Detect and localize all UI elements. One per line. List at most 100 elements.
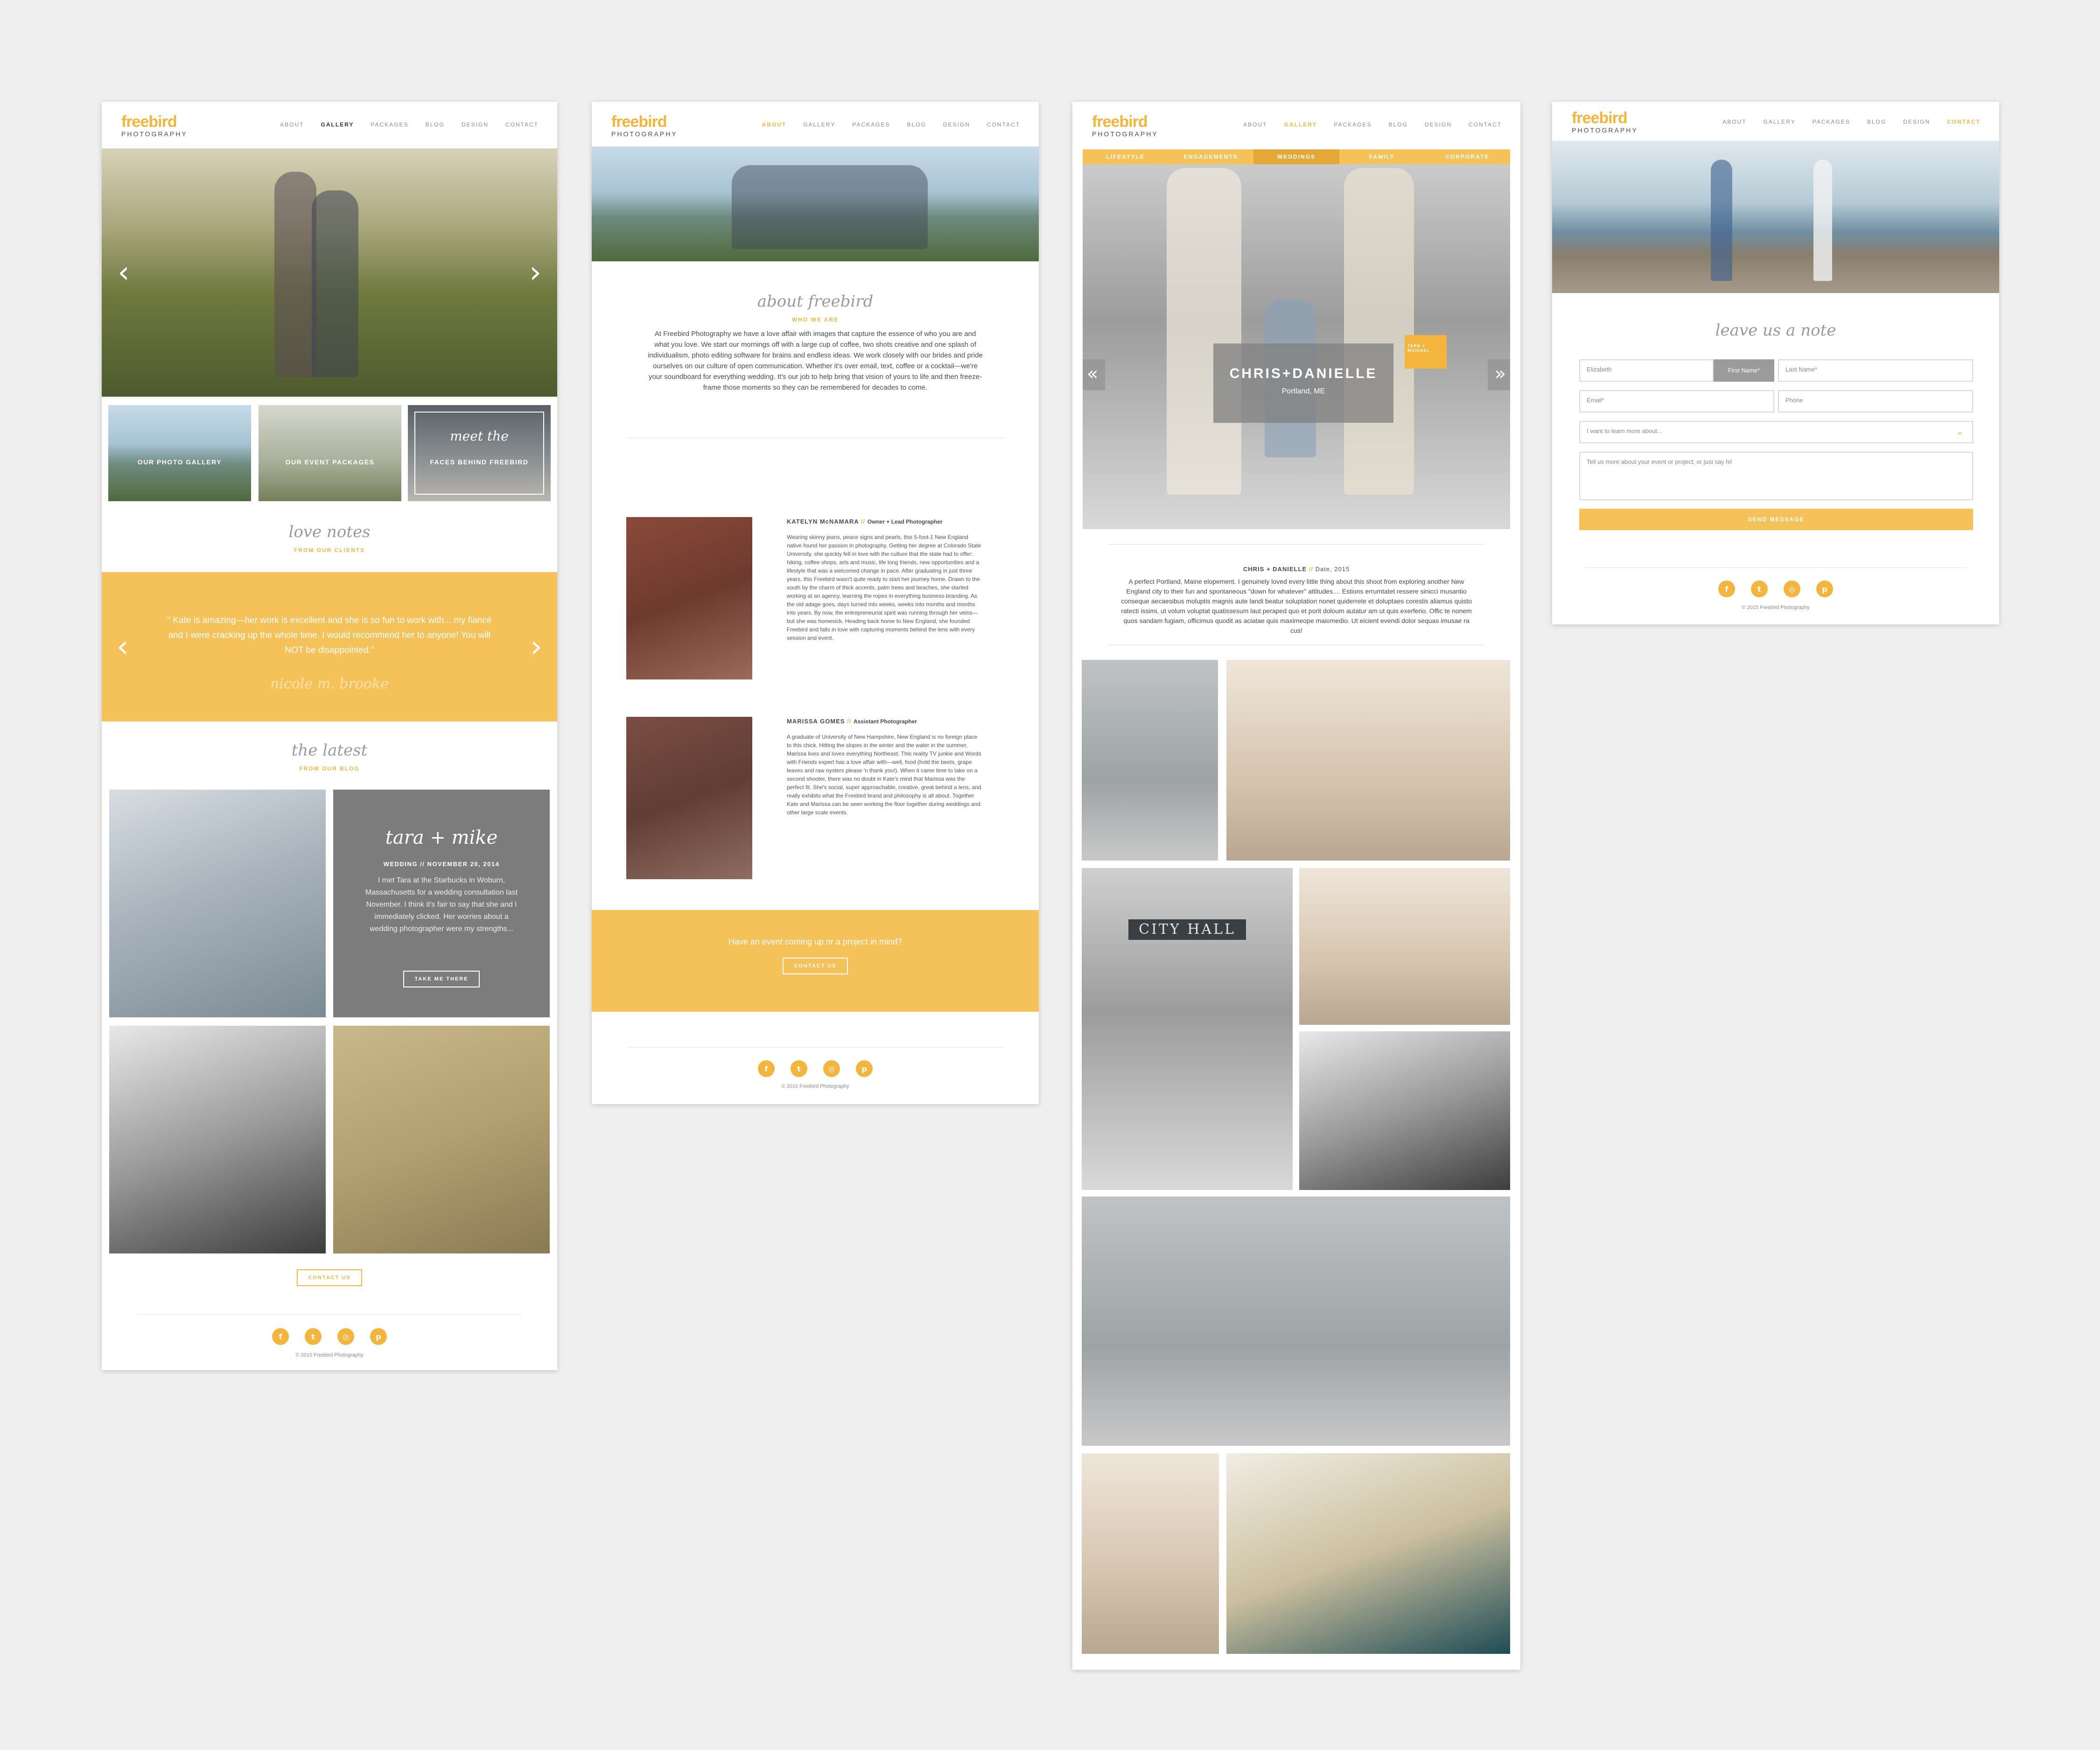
contact-title: leave us a note xyxy=(1715,321,1836,340)
social-links: f t ◎ p xyxy=(102,1328,557,1345)
first-name-input[interactable]: Elizabeth xyxy=(1579,359,1714,382)
gallery-photo-kiss[interactable] xyxy=(1082,1453,1219,1654)
logo[interactable]: freebird PHOTOGRAPHY xyxy=(611,114,678,137)
tab-lifestyle[interactable]: LIFESTYLE xyxy=(1083,149,1168,164)
feature-location: Portland, ME xyxy=(1281,387,1325,395)
site-header: freebird PHOTOGRAPHY ABOUT GALLERY PACKA… xyxy=(1072,102,1520,148)
nav-about[interactable]: ABOUT xyxy=(1722,119,1746,125)
slider-prev-icon[interactable]: ‹ xyxy=(118,258,130,287)
copyright: © 2015 Freebird Photography xyxy=(295,1352,364,1358)
testimonial-prev-icon[interactable]: ‹ xyxy=(117,632,129,662)
nav-gallery[interactable]: GALLERY xyxy=(803,121,835,128)
marissa-bio: A graduate of University of New Hampshir… xyxy=(787,734,981,816)
twitter-icon[interactable]: t xyxy=(1751,581,1768,597)
instagram-icon[interactable]: ◎ xyxy=(337,1328,354,1345)
social-links: f t ◎ p xyxy=(592,1060,1039,1077)
nav-design[interactable]: DESIGN xyxy=(943,121,970,128)
send-message-button[interactable]: SEND MESSAGE xyxy=(1579,509,1973,530)
site-header: freebird PHOTOGRAPHY ABOUT GALLERY PACKA… xyxy=(102,102,557,148)
next-gallery-label[interactable]: TARA + MICHAEL xyxy=(1405,335,1447,369)
email-input[interactable]: Email* xyxy=(1579,390,1774,413)
facebook-icon[interactable]: f xyxy=(758,1060,775,1077)
nav-blog[interactable]: BLOG xyxy=(1389,121,1408,128)
logo[interactable]: freebird PHOTOGRAPHY xyxy=(1092,114,1158,137)
phone-input[interactable]: Phone xyxy=(1778,390,1973,413)
gallery-photo-dress[interactable] xyxy=(1299,1031,1510,1190)
twitter-icon[interactable]: t xyxy=(305,1328,322,1345)
testimonial-banner: ‹ › " Kate is amazing—her work is excell… xyxy=(102,572,557,721)
pinterest-icon[interactable]: p xyxy=(1816,581,1833,597)
contact-page: freebird PHOTOGRAPHY ABOUT GALLERY PACKA… xyxy=(1552,102,1999,624)
nav-about[interactable]: ABOUT xyxy=(1243,121,1267,128)
gallery-photo-steps[interactable] xyxy=(1299,868,1510,1025)
nav-about[interactable]: ABOUT xyxy=(280,121,304,128)
testimonial-signature: nicole m. brooke xyxy=(270,676,389,692)
feature-next-icon[interactable]: » xyxy=(1488,359,1510,390)
tile-faces-behind-freebird[interactable]: meet the FACES BEHIND FREEBIRD xyxy=(408,405,551,501)
nav-blog[interactable]: BLOG xyxy=(907,121,926,128)
nav-blog[interactable]: BLOG xyxy=(1867,119,1886,125)
latest-subtitle: FROM OUR BLOG xyxy=(299,765,360,772)
contact-us-button[interactable]: CONTACT US xyxy=(297,1269,362,1286)
about-title: about freebird xyxy=(757,292,874,311)
gallery-photo-feet[interactable] xyxy=(1226,660,1510,861)
gallery-photo-street[interactable] xyxy=(1082,1197,1510,1446)
cta-contact-button[interactable]: CONTACT US xyxy=(783,958,848,974)
gallery-photo-city-hall[interactable]: CITY HALL xyxy=(1082,868,1293,1190)
footer-divider xyxy=(137,1314,522,1315)
gallery-photo-stairs[interactable] xyxy=(1226,1453,1510,1654)
cta-banner: Have an event coming up or a project in … xyxy=(592,910,1039,1012)
hero-slider[interactable]: ‹ › xyxy=(102,148,557,397)
tab-weddings[interactable]: WEDDINGS xyxy=(1253,149,1339,164)
twitter-icon[interactable]: t xyxy=(791,1060,807,1077)
slider-next-icon[interactable]: › xyxy=(529,258,541,287)
feature-prev-icon[interactable]: « xyxy=(1083,359,1105,390)
nav-contact[interactable]: CONTACT xyxy=(1469,121,1502,128)
blog-photo-bw-couple[interactable] xyxy=(109,1026,326,1253)
tab-family[interactable]: FAMILY xyxy=(1339,149,1425,164)
nav-design[interactable]: DESIGN xyxy=(1903,119,1930,125)
logo[interactable]: freebird PHOTOGRAPHY xyxy=(1572,110,1638,133)
blog-photo-couple[interactable] xyxy=(109,790,326,1017)
facebook-icon[interactable]: f xyxy=(272,1328,289,1345)
gallery-page: freebird PHOTOGRAPHY ABOUT GALLERY PACKA… xyxy=(1072,102,1520,1670)
tab-engagements[interactable]: ENGAGEMENTS xyxy=(1168,149,1253,164)
nav-gallery[interactable]: GALLERY xyxy=(1284,121,1317,128)
nav-design[interactable]: DESIGN xyxy=(1425,121,1452,128)
blog-photo-kids[interactable] xyxy=(333,1026,550,1253)
nav-packages[interactable]: PACKAGES xyxy=(1334,121,1372,128)
message-textarea[interactable]: Tell us more about your event or project… xyxy=(1579,452,1973,500)
nav-blog[interactable]: BLOG xyxy=(426,121,445,128)
facebook-icon[interactable]: f xyxy=(1718,581,1735,597)
take-me-there-button[interactable]: TAKE ME THERE xyxy=(403,971,480,987)
marissa-photo xyxy=(626,717,752,879)
instagram-icon[interactable]: ◎ xyxy=(1784,581,1800,597)
blog-excerpt: I met Tara at the Starbucks in Woburn, M… xyxy=(365,876,518,933)
nav-contact[interactable]: CONTACT xyxy=(505,121,539,128)
nav-packages[interactable]: PACKAGES xyxy=(852,121,890,128)
nav-gallery[interactable]: GALLERY xyxy=(1764,119,1796,125)
blog-post-card[interactable]: tara + mike WEDDING // NOVEMBER 20, 2014… xyxy=(333,790,550,1017)
tile-photo-gallery[interactable]: OUR PHOTO GALLERY xyxy=(108,405,251,501)
nav-packages[interactable]: PACKAGES xyxy=(371,121,408,128)
last-name-input[interactable]: Last Name* xyxy=(1778,359,1973,382)
nav-contact[interactable]: CONTACT xyxy=(987,121,1020,128)
nav-about[interactable]: ABOUT xyxy=(762,121,787,128)
gallery-feature-slider[interactable]: « CHRIS+DANIELLE Portland, ME TARA + MIC… xyxy=(1083,149,1510,529)
gallery-photo-gate[interactable] xyxy=(1082,660,1218,861)
copyright: © 2015 Freebird Photography xyxy=(781,1084,849,1089)
nav-packages[interactable]: PACKAGES xyxy=(1813,119,1850,125)
pinterest-icon[interactable]: p xyxy=(370,1328,387,1345)
tile-event-packages[interactable]: OUR EVENT PACKAGES xyxy=(259,405,401,501)
testimonial-next-icon[interactable]: › xyxy=(530,632,542,662)
logo[interactable]: freebird PHOTOGRAPHY xyxy=(121,114,188,137)
instagram-icon[interactable]: ◎ xyxy=(823,1060,840,1077)
nav-contact[interactable]: CONTACT xyxy=(1947,119,1981,125)
topic-select[interactable]: I want to learn more about... ⌄ xyxy=(1579,421,1973,443)
pinterest-icon[interactable]: p xyxy=(856,1060,873,1077)
feature-title: CHRIS+DANIELLE xyxy=(1229,366,1378,381)
nav-gallery[interactable]: GALLERY xyxy=(321,121,354,128)
tab-corporate[interactable]: CORPORATE xyxy=(1425,149,1510,164)
nav-design[interactable]: DESIGN xyxy=(462,121,489,128)
site-header: freebird PHOTOGRAPHY ABOUT GALLERY PACKA… xyxy=(592,102,1039,148)
